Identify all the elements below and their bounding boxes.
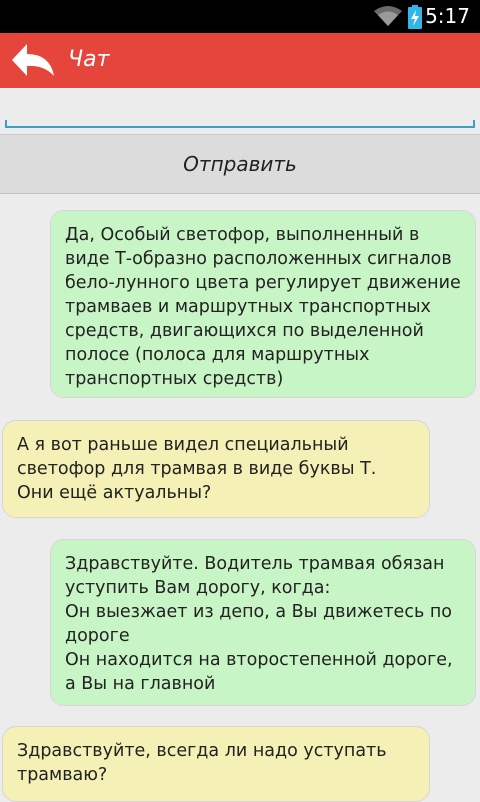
action-bar: Чат <box>0 33 480 88</box>
message-input[interactable] <box>5 96 479 128</box>
wifi-icon <box>374 6 402 26</box>
message-input-wrapper <box>5 96 479 128</box>
status-time: 5:17 <box>425 4 470 28</box>
back-button[interactable] <box>0 33 56 88</box>
message-outgoing: Да, Особый светофор, выполненный в виде … <box>50 210 476 398</box>
back-arrow-icon <box>12 44 54 76</box>
send-button[interactable]: Отправить <box>0 134 480 194</box>
battery-charging-icon <box>408 5 422 29</box>
message-outgoing: Здравствуйте. Водитель трамвая обязан ус… <box>50 539 476 706</box>
status-bar: 5:17 <box>0 0 480 33</box>
message-incoming: А я вот раньше видел специальный светофо… <box>2 420 430 518</box>
message-incoming: Здравствуйте, всегда ли надо уступать тр… <box>2 726 430 802</box>
chat-title: Чат <box>68 47 110 72</box>
